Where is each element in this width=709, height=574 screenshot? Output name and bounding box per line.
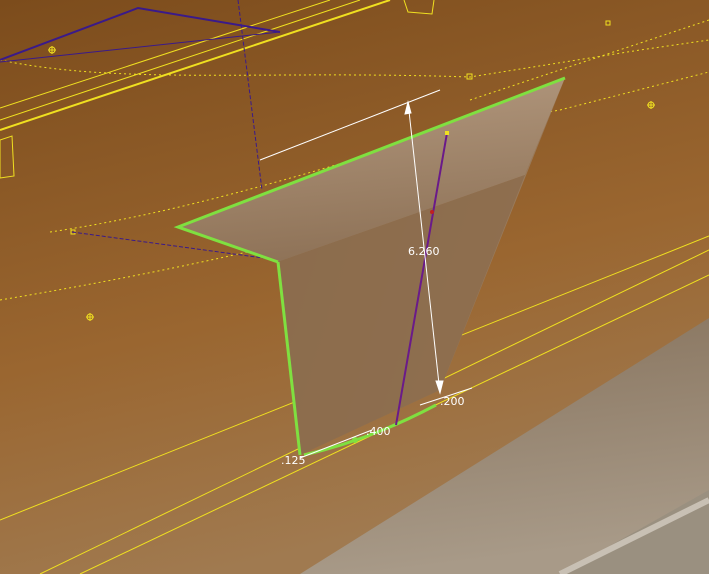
axis-endpoint <box>445 131 449 135</box>
cad-viewport[interactable]: 6.260 .200 .400 .125 <box>0 0 709 574</box>
dimension-bottom-mid-label[interactable]: .400 <box>366 425 391 438</box>
axis-point <box>430 210 434 214</box>
cad-scene[interactable]: 6.260 .200 .400 .125 <box>0 0 709 574</box>
dimension-bottom-left-label[interactable]: .125 <box>281 454 306 467</box>
dimension-height-label[interactable]: 6.260 <box>408 245 440 258</box>
dimension-bottom-right-label[interactable]: .200 <box>440 395 465 408</box>
